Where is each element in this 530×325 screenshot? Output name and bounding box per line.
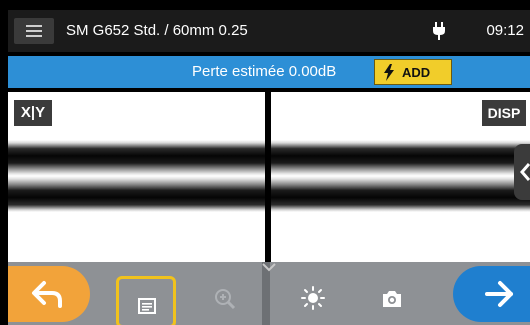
list-document-icon — [138, 298, 156, 314]
hamburger-menu-icon[interactable] — [14, 18, 54, 44]
power-plug-icon — [433, 22, 445, 40]
xy-view-button[interactable]: X|Y — [14, 100, 52, 126]
add-button[interactable]: ADD — [374, 59, 452, 85]
bottom-toolbar — [8, 262, 530, 325]
clock: 09:12 — [486, 22, 524, 39]
camera-icon[interactable] — [381, 290, 403, 308]
lightning-bolt-icon — [384, 64, 394, 81]
estimated-loss-text: Perte estimée 0.00dB — [192, 63, 337, 80]
list-button[interactable] — [116, 276, 176, 325]
splicer-screen: SM G652 Std. / 60mm 0.25 09:12 Perte est… — [0, 0, 530, 325]
fiber-camera-view: X|Y DISP — [8, 92, 530, 262]
chevron-down-icon[interactable] — [261, 262, 277, 272]
display-button[interactable]: DISP — [482, 100, 526, 126]
info-bar: Perte estimée 0.00dB ADD — [8, 56, 530, 88]
brightness-icon[interactable] — [301, 286, 325, 310]
next-button[interactable] — [453, 266, 530, 322]
zoom-in-icon[interactable] — [214, 288, 236, 310]
add-label: ADD — [402, 65, 431, 80]
arrow-right-icon — [485, 281, 513, 307]
side-panel-tab[interactable] — [514, 144, 530, 200]
chevron-left-icon — [520, 163, 530, 181]
status-bar: SM G652 Std. / 60mm 0.25 09:12 — [8, 10, 530, 52]
return-arrow-icon — [32, 281, 62, 308]
splice-program-title[interactable]: SM G652 Std. / 60mm 0.25 — [66, 22, 248, 39]
back-button[interactable] — [8, 266, 90, 322]
